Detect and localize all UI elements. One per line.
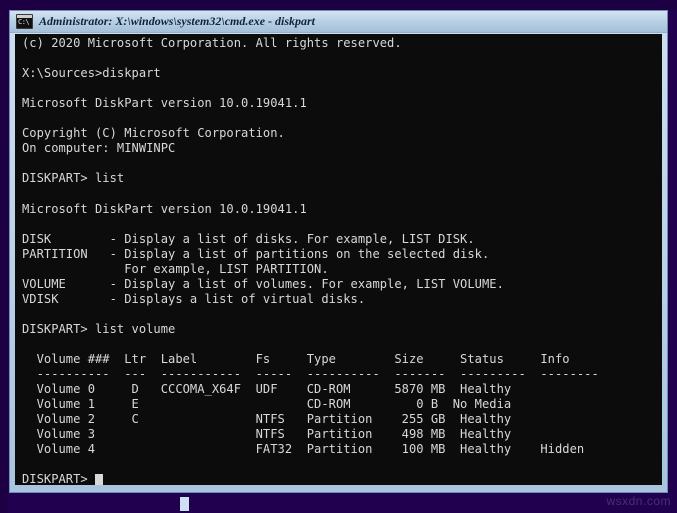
console-icon: C:\ [16, 14, 33, 29]
console-line: VOLUME - Display a list of volumes. For … [22, 276, 504, 291]
console-line: Volume 1 E CD-ROM 0 B No Media [22, 397, 512, 412]
console-prompt-line: DISKPART> [22, 472, 599, 485]
console-line: Microsoft DiskPart version 10.0.19041.1 [22, 201, 307, 216]
taskbar-item[interactable] [180, 497, 189, 511]
window-titlebar[interactable]: C:\ Administrator: X:\windows\system32\c… [10, 11, 667, 33]
console-line: ---------- --- ----------- ----- -------… [22, 367, 599, 382]
console-line: Volume 0 D CCCOMA_X64F UDF CD-ROM 5870 M… [22, 382, 512, 397]
console-line: On computer: MINWINPC [22, 141, 176, 156]
console-line: Volume ### Ltr Label Fs Type Size Status… [22, 351, 570, 366]
console-line: X:\Sources>diskpart [22, 66, 161, 81]
command-prompt-window[interactable]: C:\ Administrator: X:\windows\system32\c… [9, 10, 668, 493]
console-line: Volume 4 FAT32 Partition 100 MB Healthy … [22, 442, 585, 457]
console-line: DISK - Display a list of disks. For exam… [22, 231, 475, 246]
console-line: Volume 2 C NTFS Partition 255 GB Healthy [22, 412, 512, 427]
console-text: (c) 2020 Microsoft Corporation. All righ… [22, 36, 599, 485]
desktop-background-left [0, 0, 8, 513]
watermark: wsxdn.com [606, 494, 671, 508]
console-line: Microsoft DiskPart version 10.0.19041.1 [22, 96, 307, 111]
console-line: Volume 3 NTFS Partition 498 MB Healthy [22, 427, 512, 442]
console-line: For example, LIST PARTITION. [22, 261, 329, 276]
console-line: DISKPART> list [22, 171, 125, 186]
console-line: DISKPART> list volume [22, 321, 176, 336]
console-line: PARTITION - Display a list of partitions… [22, 246, 490, 261]
window-title: Administrator: X:\windows\system32\cmd.e… [39, 14, 316, 28]
console-icon-glyph: C:\ [18, 18, 30, 26]
console-prompt: DISKPART> [22, 472, 96, 485]
text-cursor [95, 474, 104, 485]
console-line: (c) 2020 Microsoft Corporation. All righ… [22, 36, 402, 50]
console-line: VDISK - Displays a list of virtual disks… [22, 291, 366, 306]
screen: C:\ Administrator: X:\windows\system32\c… [0, 0, 677, 513]
desktop-background-top [0, 0, 677, 10]
console-line: Copyright (C) Microsoft Corporation. [22, 126, 285, 141]
console-output-area[interactable]: (c) 2020 Microsoft Corporation. All righ… [15, 34, 662, 485]
